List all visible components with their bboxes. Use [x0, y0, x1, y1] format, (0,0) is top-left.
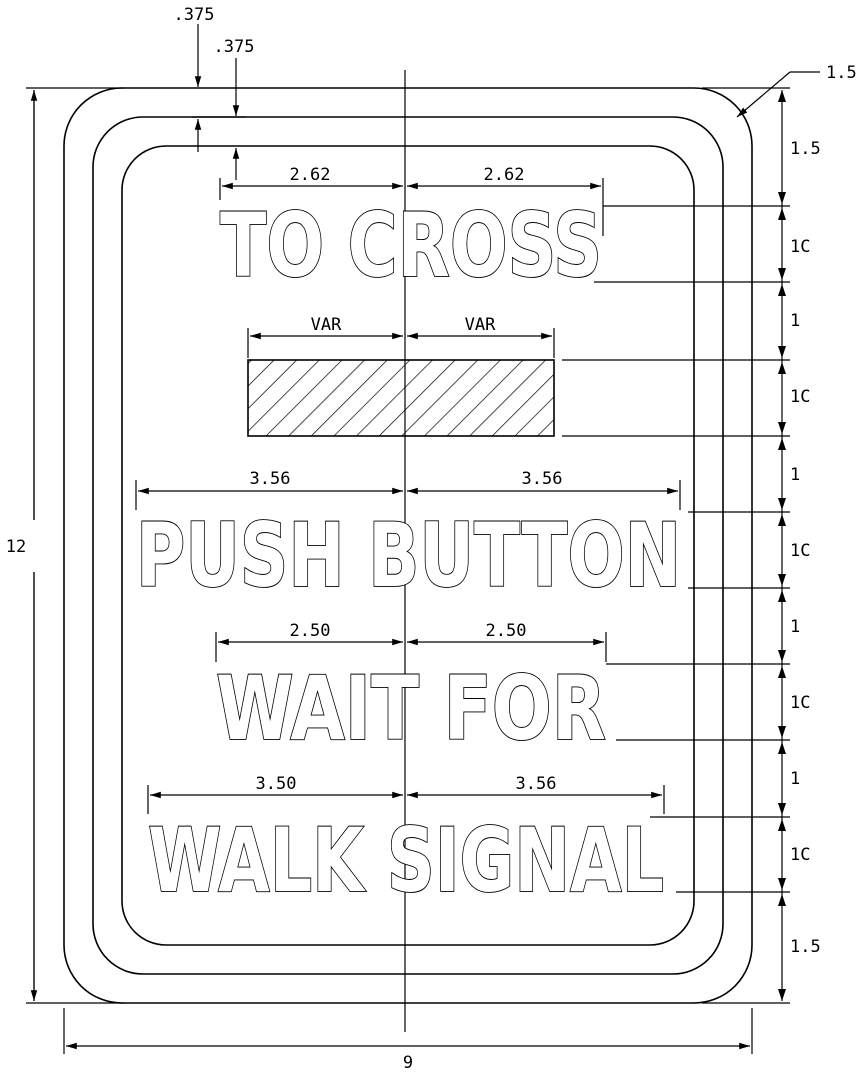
legend-line-push-button: PUSH BUTTON	[136, 504, 681, 607]
dimension-arrowhead	[778, 90, 786, 102]
sign-layout-drawing: TO CROSS PUSH BUTTON WAIT FOR WALK SIGNA…	[6, 5, 857, 1073]
dimension-arrowhead	[778, 574, 786, 586]
dim-line4-left: 3.50	[256, 774, 297, 794]
vspace-label: 1C	[790, 693, 810, 713]
dim-line3-left: 2.50	[290, 621, 331, 641]
dimension-arrowhead	[778, 742, 786, 754]
height-dimension	[26, 87, 124, 1004]
dim-line4-right: 3.56	[516, 774, 557, 794]
dimension-arrowhead	[778, 803, 786, 815]
dim-line2-left: 3.56	[250, 469, 291, 489]
vspace-label: 1	[790, 311, 800, 331]
vspace-label: 1	[790, 465, 800, 485]
dimension-arrowhead	[778, 726, 786, 738]
dim-symbol-right: VAR	[465, 315, 496, 335]
legend-line-to-cross: TO CROSS	[220, 194, 602, 297]
dimension-arrowhead	[778, 590, 786, 602]
dimension-arrowhead	[778, 989, 786, 1001]
vspace-label: 1C	[790, 845, 810, 865]
dim-line2-right: 3.56	[522, 469, 563, 489]
dim-border-inner: .375	[214, 37, 255, 57]
vspace-label: 1.5	[790, 139, 821, 159]
dimension-arrowhead	[778, 422, 786, 434]
legend-line-wait-for: WAIT FOR	[216, 657, 606, 760]
dim-line1-left: 2.62	[290, 165, 331, 185]
vspace-label: 1	[790, 769, 800, 789]
dim-symbol-left: VAR	[311, 315, 342, 335]
vspace-label: 1C	[790, 387, 810, 407]
dimension-arrowhead	[778, 438, 786, 450]
vspace-label: 1.5	[790, 937, 821, 957]
legend-line-walk-signal: WALK SIGNAL	[148, 809, 664, 912]
vspace-label: 1C	[790, 541, 810, 561]
dimension-arrowhead	[778, 498, 786, 510]
vspace-label: 1	[790, 617, 800, 637]
dimension-arrowhead	[778, 192, 786, 204]
dimension-arrowhead	[778, 650, 786, 662]
dim-overall-width: 9	[403, 1053, 413, 1073]
dimension-arrowhead	[778, 346, 786, 358]
dim-corner-radius: 1.5	[826, 63, 857, 83]
dimension-arrowhead	[778, 819, 786, 831]
dimension-arrowhead	[778, 894, 786, 906]
dimension-arrowhead	[778, 208, 786, 220]
dimension-arrowhead	[778, 284, 786, 296]
symbol-hatched-area	[247, 359, 555, 437]
corner-radius-leader	[736, 71, 820, 118]
vertical-spacing-labels: 1.5 1C 1 1C 1 1C 1 1C 1 1C 1.5	[790, 139, 821, 957]
dimension-arrowhead	[778, 514, 786, 526]
horizontal-dimensions	[63, 178, 753, 1054]
vspace-label: 1C	[790, 237, 810, 257]
dim-overall-height: 12	[6, 537, 26, 557]
dimension-arrowhead	[778, 666, 786, 678]
dimension-arrowhead	[778, 268, 786, 280]
dim-border-outer: .375	[174, 5, 215, 25]
dim-line3-right: 2.50	[486, 621, 527, 641]
dim-line1-right: 2.62	[484, 165, 525, 185]
dimension-arrowhead	[778, 878, 786, 890]
dimension-arrowhead	[778, 362, 786, 374]
